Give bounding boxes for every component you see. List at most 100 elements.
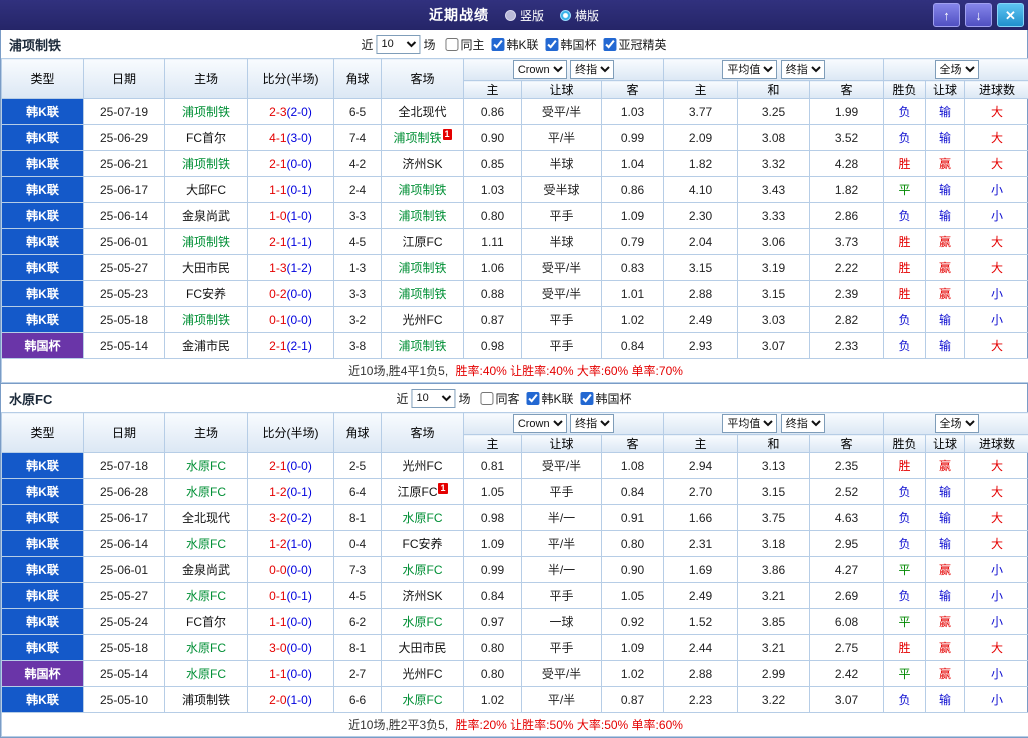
odds-home-cell: 0.99 [464, 557, 522, 583]
avg-draw-cell: 3.86 [738, 557, 810, 583]
average-select[interactable]: 平均值 [722, 60, 777, 79]
scope-select[interactable]: 全场 [935, 60, 979, 79]
layout-radio-vertical[interactable]: 竖版 [505, 7, 544, 24]
avg-home-cell: 2.04 [664, 229, 738, 255]
scroll-up-button[interactable]: ↑ [933, 3, 960, 27]
scope-select[interactable]: 全场 [935, 414, 979, 433]
checkbox-input[interactable] [546, 38, 559, 51]
result-cell: 胜 [884, 281, 926, 307]
away-team-name[interactable]: 水原FC [403, 511, 443, 525]
away-team-name[interactable]: 水原FC [403, 693, 443, 707]
filter-suffix-label: 场 [458, 390, 470, 407]
home-team-name[interactable]: FC首尔 [186, 615, 226, 629]
home-team-name[interactable]: FC安养 [186, 287, 226, 301]
odds-away-cell: 1.09 [602, 203, 664, 229]
layout-radio-horizontal[interactable]: 横版 [560, 7, 599, 24]
home-team-cell: 金浦市民 [165, 333, 248, 359]
home-team-name[interactable]: 大邱FC [186, 183, 226, 197]
away-team-name[interactable]: 浦项制铁 [398, 261, 446, 275]
odds-away-cell: 0.99 [602, 125, 664, 151]
home-team-name[interactable]: 金浦市民 [182, 339, 230, 353]
home-team-name[interactable]: 浦项制铁 [182, 235, 230, 249]
checkbox-input[interactable] [445, 38, 458, 51]
odds-home-cell: 0.85 [464, 151, 522, 177]
away-team-cell: 浦项制铁 [382, 281, 464, 307]
avg-draw-cell: 3.07 [738, 333, 810, 359]
away-team-name[interactable]: 济州SK [402, 589, 442, 603]
filter-checkbox-0[interactable]: 同主 [438, 36, 484, 53]
home-team-name[interactable]: 大田市民 [182, 261, 230, 275]
away-team-name[interactable]: 浦项制铁 [398, 183, 446, 197]
home-team-name[interactable]: 浦项制铁 [182, 157, 230, 171]
score-cell: 1-1(0-0) [248, 661, 334, 687]
away-team-name[interactable]: 江原FC [397, 485, 437, 499]
odds-select-group: Crown 终指 [464, 59, 664, 81]
half-time-score: (1-0) [287, 693, 312, 707]
home-team-name[interactable]: 水原FC [186, 485, 226, 499]
filter-checkbox-0[interactable]: 同客 [473, 390, 519, 407]
close-button[interactable]: ✕ [997, 3, 1024, 27]
home-team-name[interactable]: 水原FC [186, 667, 226, 681]
home-team-name[interactable]: 水原FC [186, 459, 226, 473]
checkbox-label: 韩K联 [542, 390, 574, 407]
away-team-cell: 浦项制铁1 [382, 125, 464, 151]
away-team-name[interactable]: 水原FC [403, 615, 443, 629]
away-team-name[interactable]: 浦项制铁 [393, 131, 441, 145]
score-cell: 2-0(1-0) [248, 687, 334, 713]
bookmaker-select[interactable]: Crown [513, 60, 567, 79]
away-team-name[interactable]: 光州FC [403, 313, 443, 327]
result-cell: 负 [884, 687, 926, 713]
home-team-name[interactable]: 水原FC [186, 589, 226, 603]
checkbox-input[interactable] [480, 392, 493, 405]
away-team-name[interactable]: 浦项制铁 [398, 339, 446, 353]
home-team-name[interactable]: 浦项制铁 [182, 313, 230, 327]
away-team-name[interactable]: 全北现代 [398, 105, 446, 119]
filter-checkbox-1[interactable]: 韩K联 [485, 36, 539, 53]
checkbox-input[interactable] [604, 38, 617, 51]
home-team-name[interactable]: 浦项制铁 [182, 105, 230, 119]
average-select[interactable]: 平均值 [722, 414, 777, 433]
away-team-name[interactable]: FC安养 [403, 537, 443, 551]
date-cell: 25-06-28 [84, 479, 165, 505]
odds-away-cell: 1.01 [602, 281, 664, 307]
home-team-name[interactable]: 全北现代 [182, 511, 230, 525]
checkbox-input[interactable] [492, 38, 505, 51]
match-row: 韩K联25-06-17大邱FC1-1(0-1)2-4浦项制铁1.03受半球0.8… [2, 177, 1028, 203]
away-team-name[interactable]: 水原FC [403, 563, 443, 577]
odds-stage-select[interactable]: 终指 [570, 60, 614, 79]
home-team-name[interactable]: 水原FC [186, 641, 226, 655]
away-team-name[interactable]: 大田市民 [398, 641, 446, 655]
filter-checkbox-2[interactable]: 韩国杯 [574, 390, 632, 407]
filter-checkbox-2[interactable]: 韩国杯 [539, 36, 597, 53]
home-team-name[interactable]: 水原FC [186, 537, 226, 551]
checkbox-input[interactable] [581, 392, 594, 405]
scroll-down-button[interactable]: ↓ [965, 3, 992, 27]
odds-away-cell: 0.79 [602, 229, 664, 255]
filter-checkbox-1[interactable]: 韩K联 [520, 390, 574, 407]
match-count-select[interactable]: 10 [376, 35, 420, 54]
away-team-name[interactable]: 光州FC [403, 667, 443, 681]
odds-stage-select[interactable]: 终指 [570, 414, 614, 433]
home-team-name[interactable]: 浦项制铁 [182, 693, 230, 707]
bookmaker-select[interactable]: Crown [513, 414, 567, 433]
match-count-select[interactable]: 10 [411, 389, 455, 408]
checkbox-input[interactable] [527, 392, 540, 405]
home-team-name[interactable]: FC首尔 [186, 131, 226, 145]
away-team-name[interactable]: 济州SK [402, 157, 442, 171]
home-team-name[interactable]: 金泉尚武 [182, 563, 230, 577]
away-team-name[interactable]: 光州FC [403, 459, 443, 473]
away-team-name[interactable]: 浦项制铁 [398, 287, 446, 301]
avg-draw-cell: 3.06 [738, 229, 810, 255]
away-team-name[interactable]: 江原FC [403, 235, 443, 249]
home-team-name[interactable]: 金泉尚武 [182, 209, 230, 223]
average-stage-select[interactable]: 终指 [781, 60, 825, 79]
odds-away-cell: 1.09 [602, 635, 664, 661]
half-time-score: (0-0) [287, 459, 312, 473]
league-type-cell: 韩K联 [2, 307, 84, 333]
half-time-score: (0-1) [287, 183, 312, 197]
handicap-result-cell: 输 [926, 125, 965, 151]
filter-checkbox-3[interactable]: 亚冠精英 [597, 36, 667, 53]
away-team-name[interactable]: 浦项制铁 [398, 209, 446, 223]
match-row: 韩K联25-05-10浦项制铁2-0(1-0)6-6水原FC1.02平/半0.8… [2, 687, 1028, 713]
average-stage-select[interactable]: 终指 [781, 414, 825, 433]
